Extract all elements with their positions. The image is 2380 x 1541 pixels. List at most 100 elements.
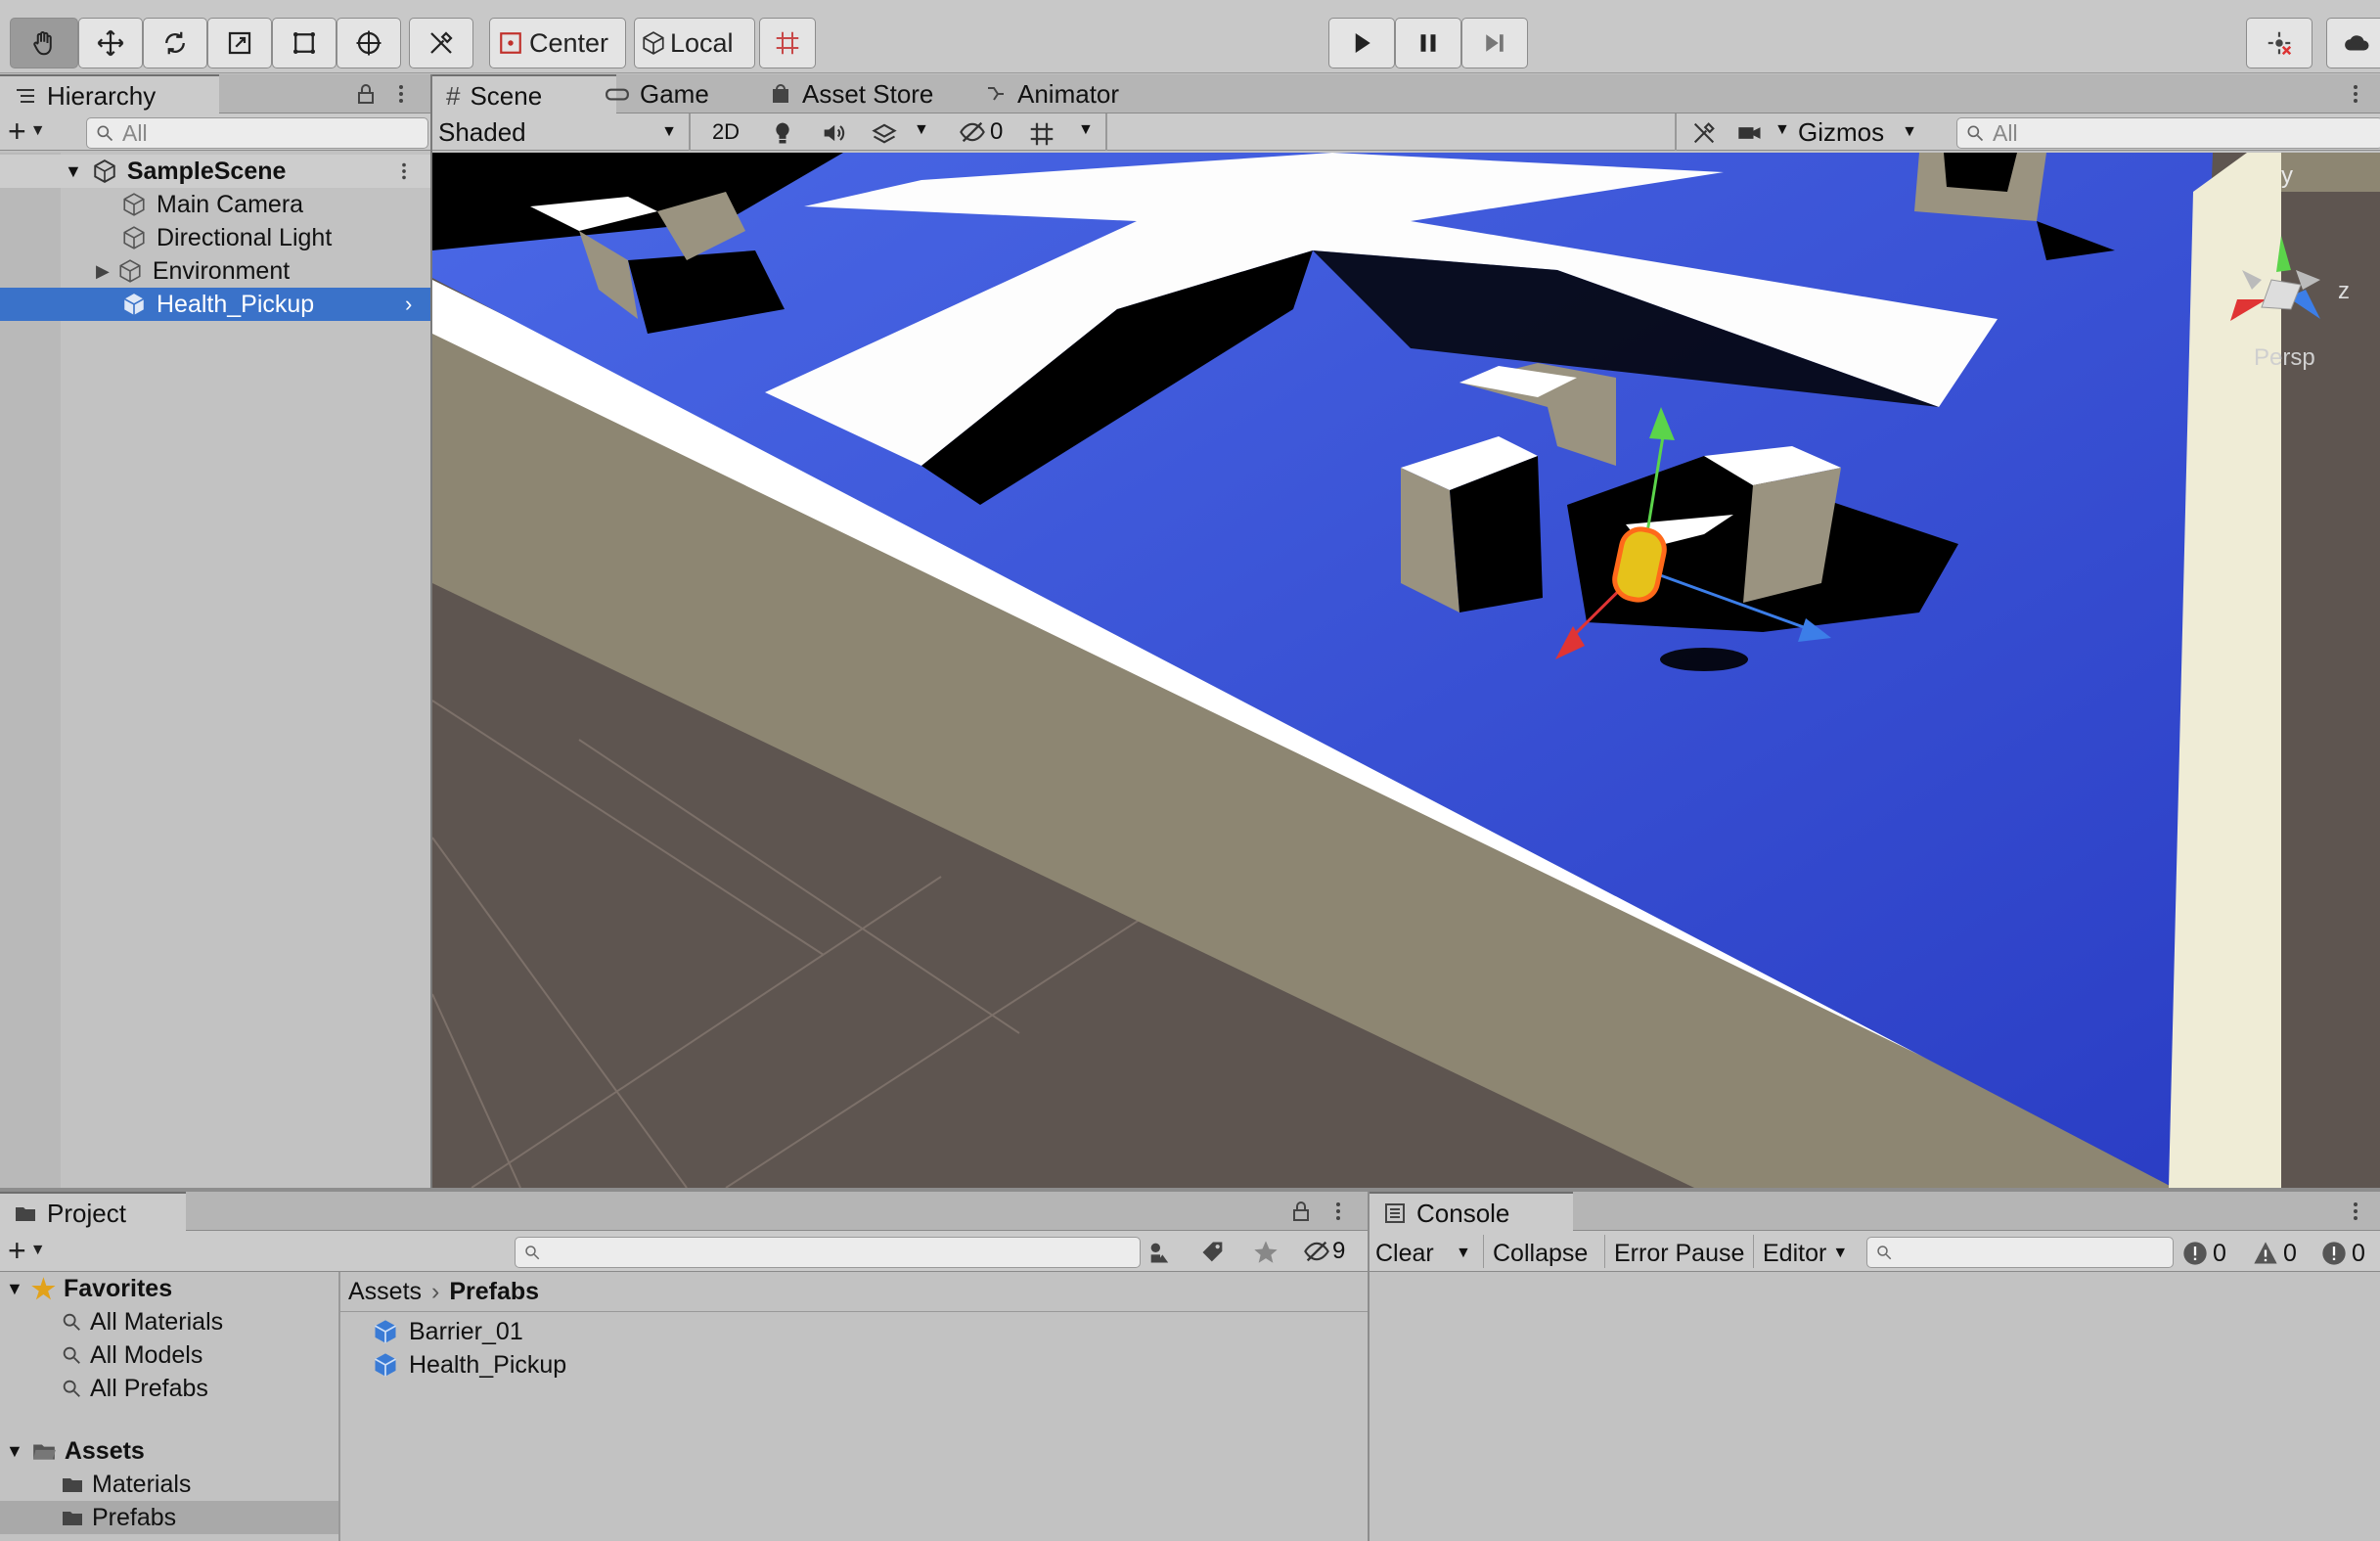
pivot-center-button[interactable]: Center — [489, 18, 626, 68]
error-icon — [2322, 1242, 2346, 1265]
collapse-button[interactable]: Collapse — [1493, 1237, 1588, 1270]
error-pause-button[interactable]: Error Pause — [1614, 1237, 1744, 1270]
hidden-packages-toggle[interactable]: 9 — [1303, 1237, 1366, 1266]
console-search-input[interactable] — [1866, 1237, 2174, 1268]
project-search-input[interactable] — [515, 1237, 1141, 1268]
folder-label: Prefabs — [92, 1503, 177, 1531]
favorite-star-icon[interactable] — [1252, 1239, 1280, 1266]
shading-mode-dropdown[interactable]: Shaded ▼ — [438, 115, 683, 149]
scene-viewport[interactable]: y z Persp — [432, 153, 2380, 1188]
gizmos-dropdown[interactable]: Gizmos ▼ — [1798, 115, 1935, 149]
tab-project[interactable]: Project — [0, 1192, 186, 1233]
grid-dropdown-icon[interactable]: ▼ — [1078, 121, 1094, 139]
hand-tool-button[interactable] — [10, 18, 78, 68]
play-icon — [1355, 33, 1370, 53]
effects-toggle-icon[interactable] — [871, 119, 898, 147]
collab-button[interactable] — [2246, 18, 2313, 68]
filter-by-label-icon[interactable] — [1199, 1239, 1227, 1266]
2d-toggle-button[interactable]: 2D — [696, 115, 755, 149]
favorite-item-all-materials[interactable]: All Materials — [0, 1305, 338, 1338]
hierarchy-item-label: Main Camera — [157, 190, 304, 218]
tab-game[interactable]: Game — [591, 74, 723, 113]
error-filter-toggle[interactable]: 0 — [2320, 1237, 2365, 1270]
rotate-tool-button[interactable] — [143, 18, 207, 68]
breadcrumb-separator-icon: › — [431, 1277, 440, 1305]
collapse-arrow-icon[interactable]: ▼ — [6, 1279, 23, 1299]
custom-tool-button[interactable] — [409, 18, 473, 68]
clear-button[interactable]: Clear — [1375, 1237, 1434, 1270]
scene-render — [432, 153, 2380, 1188]
unity-scene-icon — [94, 159, 115, 183]
collapse-arrow-icon[interactable]: ▼ — [6, 1441, 23, 1462]
console-icon — [1385, 1203, 1405, 1223]
pause-button[interactable] — [1395, 18, 1461, 68]
favorite-item-all-prefabs[interactable]: All Prefabs — [0, 1372, 338, 1405]
dropdown-arrow-icon: ▼ — [1832, 1245, 1849, 1261]
scene-name: SampleScene — [126, 157, 287, 185]
warning-filter-toggle[interactable]: 0 — [2252, 1237, 2297, 1270]
create-dropdown[interactable]: + ▼ — [8, 1233, 67, 1268]
camera-icon[interactable] — [1735, 119, 1765, 147]
shading-mode-label: Shaded — [438, 116, 526, 147]
kebab-menu-icon[interactable] — [2344, 82, 2367, 106]
hierarchy-item-main-camera[interactable]: Main Camera — [0, 188, 430, 221]
file-item-barrier[interactable]: Barrier_01 — [340, 1315, 732, 1348]
lock-icon[interactable] — [354, 82, 378, 106]
hierarchy-search-input[interactable]: All — [86, 117, 428, 149]
console-log-area[interactable] — [1370, 1272, 2380, 1541]
tools-icon[interactable] — [1690, 119, 1718, 147]
scene-search-input[interactable]: All — [1956, 117, 2380, 149]
effects-dropdown-icon[interactable]: ▼ — [914, 121, 929, 139]
tab-hierarchy[interactable]: Hierarchy — [0, 74, 219, 115]
grid-toggle-icon[interactable] — [1027, 119, 1056, 149]
main-toolbar: Center Local — [0, 0, 2380, 73]
folder-item-prefabs[interactable]: Prefabs — [0, 1501, 338, 1534]
breadcrumb-prefabs[interactable]: Prefabs — [449, 1278, 539, 1306]
camera-dropdown-icon[interactable]: ▼ — [1774, 121, 1790, 139]
tab-scene[interactable]: # Scene — [432, 74, 616, 115]
project-panel: Project + ▼ 9 ▼ ★ Favorites All Materials… — [0, 1192, 1368, 1541]
kebab-menu-icon[interactable] — [389, 82, 413, 106]
lock-icon[interactable] — [1289, 1200, 1313, 1223]
console-panel: Console Clear ▼ Collapse Error Pause Edi… — [1370, 1192, 2380, 1541]
play-button[interactable] — [1328, 18, 1395, 68]
folder-icon — [63, 1512, 82, 1525]
file-item-health-pickup[interactable]: Health_Pickup — [340, 1348, 732, 1382]
kebab-menu-icon[interactable] — [2344, 1200, 2367, 1223]
pivot-local-button[interactable]: Local — [634, 18, 755, 68]
move-tool-button[interactable] — [78, 18, 143, 68]
kebab-menu-icon[interactable] — [1326, 1200, 1350, 1223]
clear-options-dropdown-icon[interactable]: ▼ — [1456, 1237, 1471, 1270]
audio-toggle-icon[interactable] — [820, 119, 847, 147]
tab-console[interactable]: Console — [1370, 1192, 1573, 1233]
scene-kebab-icon[interactable] — [393, 160, 415, 182]
favorite-item-all-models[interactable]: All Models — [0, 1338, 338, 1372]
tab-asset-store[interactable]: Asset Store — [755, 74, 947, 113]
hierarchy-item-directional-light[interactable]: Directional Light — [0, 221, 430, 254]
projection-label[interactable]: Persp — [2254, 344, 2315, 372]
expand-arrow-icon[interactable]: ▶ — [96, 261, 110, 282]
filter-by-type-icon[interactable] — [1146, 1239, 1174, 1266]
tab-animator[interactable]: Animator — [970, 74, 1133, 113]
folder-item-materials[interactable]: Materials — [0, 1468, 338, 1501]
hierarchy-item-environment[interactable]: ▶ Environment — [0, 254, 430, 288]
editor-dropdown[interactable]: Editor ▼ — [1763, 1237, 1848, 1270]
tab-animator-label: Animator — [1017, 78, 1120, 109]
hierarchy-item-health-pickup[interactable]: Health_Pickup › — [0, 288, 430, 321]
create-dropdown[interactable]: + ▼ — [8, 113, 67, 149]
grid-snap-button[interactable] — [759, 18, 816, 68]
scene-row[interactable]: ▼ SampleScene — [0, 155, 430, 188]
rect-tool-button[interactable] — [272, 18, 337, 68]
cloud-button[interactable] — [2326, 18, 2380, 68]
collapse-arrow-icon[interactable]: ▼ — [65, 161, 82, 182]
step-button[interactable] — [1461, 18, 1528, 68]
favorites-row[interactable]: ▼ ★ Favorites — [0, 1272, 338, 1305]
prefab-open-arrow-icon[interactable]: › — [405, 292, 412, 317]
lighting-toggle-icon[interactable] — [769, 119, 796, 147]
scale-tool-button[interactable] — [207, 18, 272, 68]
breadcrumb-assets[interactable]: Assets — [348, 1278, 422, 1306]
hidden-objects-toggle[interactable]: 0 — [959, 117, 1017, 147]
log-filter-toggle[interactable]: 0 — [2181, 1237, 2226, 1270]
transform-tool-button[interactable] — [337, 18, 401, 68]
assets-row[interactable]: ▼ Assets — [0, 1434, 338, 1468]
